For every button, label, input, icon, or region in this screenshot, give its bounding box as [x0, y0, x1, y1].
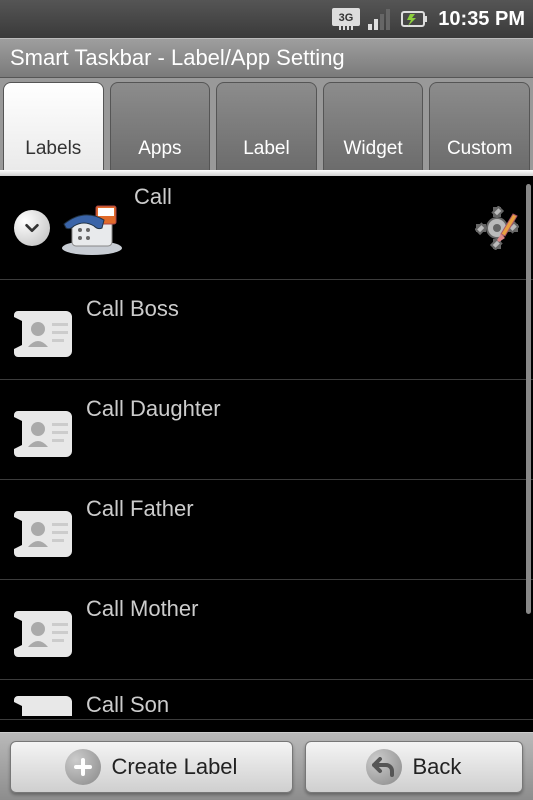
bottom-bar: Create Label Back	[0, 732, 533, 800]
tab-label: Apps	[138, 138, 181, 160]
list-item-label: Call Daughter	[86, 380, 519, 422]
battery-icon	[400, 8, 430, 30]
list-item[interactable]: Call Daughter	[0, 380, 533, 480]
title-bar: Smart Taskbar - Label/App Setting	[0, 38, 533, 78]
list-item[interactable]: Call Father	[0, 480, 533, 580]
button-label: Back	[412, 754, 461, 780]
3g-icon: 3G	[332, 8, 360, 30]
svg-text:3G: 3G	[339, 12, 354, 24]
list-area: Call Call Boss Call Daughter Call Father…	[0, 176, 533, 732]
tab-label: Widget	[344, 138, 403, 160]
create-label-button[interactable]: Create Label	[10, 741, 293, 793]
contact-icon	[14, 503, 78, 557]
contact-icon	[14, 603, 78, 657]
list-item-label: Call Son	[86, 688, 519, 718]
status-bar: 3G 10:35 PM	[0, 0, 533, 38]
tab-label: Custom	[447, 138, 512, 160]
list-item[interactable]: Call Boss	[0, 280, 533, 380]
contact-icon	[14, 688, 78, 716]
list-item-label: Call Mother	[86, 580, 519, 622]
clock-time: 10:35 PM	[438, 8, 525, 31]
page-title: Smart Taskbar - Label/App Setting	[10, 45, 345, 71]
list-item-label: Call Boss	[86, 280, 519, 322]
tab-custom[interactable]: Custom	[429, 82, 530, 170]
expand-icon[interactable]	[14, 210, 50, 246]
phone-icon	[58, 200, 126, 256]
tab-labels[interactable]: Labels	[3, 82, 104, 170]
contact-icon	[14, 303, 78, 357]
back-arrow-icon	[366, 749, 402, 785]
list-item-label: Call Father	[86, 480, 519, 522]
gear-icon[interactable]	[475, 206, 519, 250]
plus-icon	[65, 749, 101, 785]
list-header-label: Call	[134, 176, 475, 210]
back-button[interactable]: Back	[305, 741, 523, 793]
tab-widget[interactable]: Widget	[323, 82, 424, 170]
tab-row: Labels Apps Label Widget Custom	[0, 78, 533, 170]
list-header[interactable]: Call	[0, 176, 533, 280]
list-item[interactable]: Call Mother	[0, 580, 533, 680]
tab-label: Labels	[25, 138, 81, 160]
signal-icon	[368, 8, 392, 30]
tab-apps[interactable]: Apps	[110, 82, 211, 170]
tab-label: Label	[243, 138, 290, 160]
tab-label[interactable]: Label	[216, 82, 317, 170]
list-item[interactable]: Call Son	[0, 680, 533, 720]
scrollbar[interactable]	[526, 184, 531, 614]
contact-icon	[14, 403, 78, 457]
button-label: Create Label	[111, 754, 237, 780]
